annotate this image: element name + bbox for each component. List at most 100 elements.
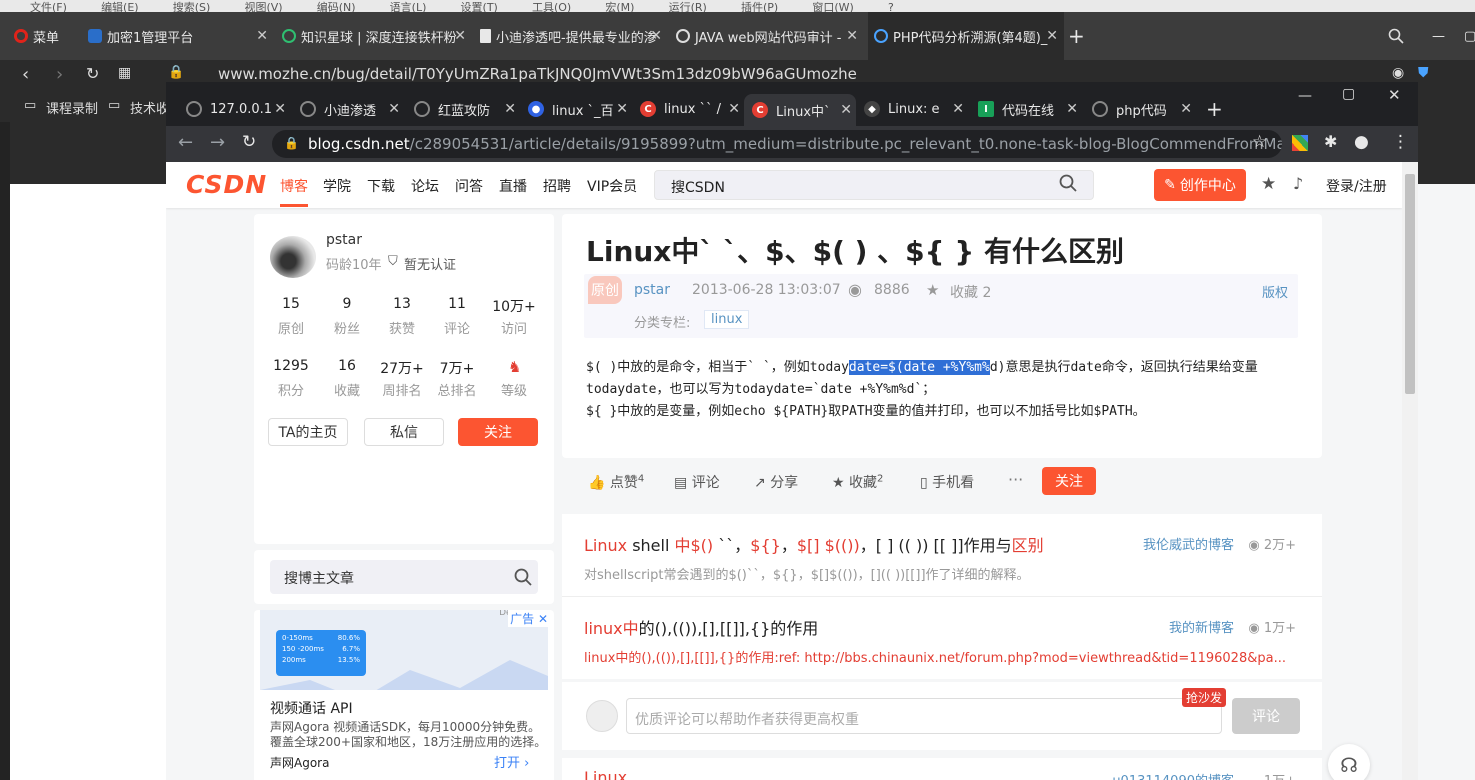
related-item-3[interactable]: Linux u013114090的博客 1万+ xyxy=(562,758,1322,780)
customer-service-icon[interactable]: ☊ xyxy=(1328,744,1370,780)
nav-live[interactable]: 直播 xyxy=(499,176,527,196)
menu-window[interactable]: 窗口(W) xyxy=(812,2,853,12)
chrome-tab-4[interactable]: ● linux `_百 ✕ xyxy=(528,96,632,122)
minimize-icon[interactable]: — xyxy=(1298,88,1312,104)
close-tab-icon[interactable]: ✕ xyxy=(1180,101,1192,117)
ad-open-link[interactable]: 打开 › xyxy=(494,752,529,771)
close-tab-icon[interactable]: ✕ xyxy=(256,28,268,44)
chrome-tab-7[interactable]: ◆ Linux: e ✕ xyxy=(864,96,968,122)
comment-input[interactable]: 优质评论可以帮助作者获得更高权重 xyxy=(626,698,1222,734)
new-tab-button[interactable]: + xyxy=(1206,96,1230,122)
chrome-tab-8[interactable]: I 代码在线 ✕ xyxy=(978,96,1082,122)
submit-comment-button[interactable]: 评论 xyxy=(1232,698,1300,734)
shield-icon[interactable]: ⛊ xyxy=(1418,65,1429,81)
menu-search[interactable]: 搜索(S) xyxy=(173,2,211,12)
chrome-tab-1[interactable]: 127.0.0.1 ✕ xyxy=(186,96,290,122)
outer-tab-5[interactable]: PHP代码分析溯源(第4题)_ ✕ xyxy=(868,12,1064,60)
nav-forum[interactable]: 论坛 xyxy=(411,176,439,196)
menu-run[interactable]: 运行(R) xyxy=(669,2,707,12)
nav-qa[interactable]: 问答 xyxy=(455,176,483,196)
new-tab-button[interactable]: + xyxy=(1068,12,1092,60)
csdn-logo[interactable]: CSDN xyxy=(186,170,267,199)
nav-academy[interactable]: 学院 xyxy=(323,176,351,196)
related-author-1[interactable]: 我伦威武的博客 xyxy=(1143,534,1234,553)
close-tab-icon[interactable]: ✕ xyxy=(952,101,964,117)
related-item-1[interactable]: Linux shell 中$() ``，${}，$[] $(())，[ ] ((… xyxy=(562,514,1322,596)
menu-file[interactable]: 文件(F) xyxy=(30,2,67,12)
share-button[interactable]: ↗ 分享 xyxy=(754,472,798,492)
meta-collect[interactable]: 收藏 2 xyxy=(950,282,991,302)
ta-home-button[interactable]: TA的主页 xyxy=(268,418,348,446)
chrome-tab-9[interactable]: php代码 ✕ xyxy=(1092,96,1196,122)
bookmark-2[interactable]: 技术收 xyxy=(130,98,169,117)
search-icon[interactable] xyxy=(1059,174,1077,196)
maximize-icon[interactable]: ▢ xyxy=(1342,86,1355,102)
menu-edit[interactable]: 编辑(E) xyxy=(101,2,139,12)
login-link[interactable]: 登录/注册 xyxy=(1326,176,1387,196)
chrome-tab-6-active[interactable]: C Linux中` ✕ xyxy=(744,94,856,126)
scrollbar-thumb[interactable] xyxy=(1405,174,1415,394)
bell-icon[interactable]: ♪ xyxy=(1293,174,1303,193)
close-tab-icon[interactable]: ✕ xyxy=(504,101,516,117)
back-icon[interactable]: ← xyxy=(178,132,193,153)
copyright-link[interactable]: 版权 xyxy=(1262,282,1288,301)
nav-download[interactable]: 下载 xyxy=(367,176,395,196)
ad-text-area[interactable]: 视频通话 API 声网Agora 视频通话SDK，每月10000分钟免费。 覆盖… xyxy=(254,690,554,780)
chrome-tab-5[interactable]: C linux `` / ✕ xyxy=(640,96,744,122)
menu-tools[interactable]: 工具(O) xyxy=(532,2,571,12)
nav-blog[interactable]: 博客 xyxy=(280,176,308,196)
profile-icon[interactable]: ● xyxy=(1354,132,1369,152)
nav-jobs[interactable]: 招聘 xyxy=(543,176,571,196)
extension-icon[interactable] xyxy=(1292,135,1308,151)
close-window-icon[interactable]: ✕ xyxy=(1388,86,1401,104)
star-icon[interactable]: ★ xyxy=(1261,174,1276,194)
minimize-icon[interactable]: — xyxy=(1432,12,1446,60)
follow-button[interactable]: 关注 xyxy=(458,418,538,446)
reload-icon[interactable]: ↻ xyxy=(242,132,256,152)
back-icon[interactable]: ‹ xyxy=(22,64,29,85)
collect-button[interactable]: ★ 收藏2 xyxy=(832,472,883,492)
reload-icon[interactable]: ↻ xyxy=(86,64,99,83)
bookmark-star-icon[interactable]: ☆ xyxy=(1252,132,1267,152)
profile-name[interactable]: pstar xyxy=(326,232,362,248)
nav-vip[interactable]: VIP会员 xyxy=(587,176,637,196)
outer-tab-3[interactable]: 小迪渗透吧-提供最专业的渗 ✕ xyxy=(476,12,668,60)
related-author-2[interactable]: 我的新博客 xyxy=(1169,617,1234,636)
camera-icon[interactable]: ◉ xyxy=(1392,65,1404,81)
search-icon[interactable] xyxy=(514,568,532,590)
close-tab-icon[interactable]: ✕ xyxy=(616,101,628,117)
outer-url[interactable]: www.mozhe.cn/bug/detail/T0YyUmZRa1paTkJN… xyxy=(218,65,857,83)
outer-tab-2[interactable]: 知识星球 | 深度连接铁杆粉 ✕ xyxy=(278,12,472,60)
close-tab-icon[interactable]: ✕ xyxy=(1066,101,1078,117)
scrollbar[interactable] xyxy=(1402,162,1418,780)
meta-author[interactable]: pstar xyxy=(634,282,670,298)
menu-help[interactable]: ? xyxy=(888,2,894,12)
avatar[interactable] xyxy=(270,236,316,278)
close-tab-icon[interactable]: ✕ xyxy=(650,28,662,44)
bookmark-1[interactable]: 课程录制 xyxy=(46,98,98,117)
close-tab-icon[interactable]: ✕ xyxy=(388,101,400,117)
outer-tab-4[interactable]: JAVA web网站代码审计 - ✕ xyxy=(672,12,864,60)
blog-search-input[interactable]: 搜博主文章 xyxy=(270,560,538,594)
outer-tab-1[interactable]: 加密1管理平台 ✕ xyxy=(84,12,274,60)
comment-button[interactable]: ▤ 评论 xyxy=(674,472,720,492)
menu-encoding[interactable]: 编码(N) xyxy=(317,2,356,12)
chrome-tab-2[interactable]: 小迪渗透 ✕ xyxy=(300,96,404,122)
menu-macro[interactable]: 宏(M) xyxy=(605,2,634,12)
column-tag[interactable]: linux xyxy=(704,310,750,329)
mobile-view-button[interactable]: ▯ 手机看 xyxy=(920,472,974,492)
like-button[interactable]: 👍 点赞4 xyxy=(588,472,644,492)
maximize-icon[interactable]: ▢ xyxy=(1464,12,1475,60)
menu-settings[interactable]: 设置(T) xyxy=(461,2,498,12)
address-bar[interactable]: 🔒 blog.csdn.net/c289054531/article/detai… xyxy=(272,130,1282,158)
close-tab-icon[interactable]: ✕ xyxy=(840,102,852,118)
related-item-2[interactable]: linux中的(),(()),[],[[]],{}的作用 linux中的(),(… xyxy=(562,597,1322,679)
menu-plugins[interactable]: 插件(P) xyxy=(741,2,778,12)
menu-language[interactable]: 语言(L) xyxy=(390,2,427,12)
search-tabs-icon[interactable] xyxy=(1388,12,1408,60)
forward-icon[interactable]: → xyxy=(210,132,225,153)
close-tab-icon[interactable]: ✕ xyxy=(846,28,858,44)
ad-tag[interactable]: 广告 ✕ xyxy=(508,610,550,627)
menu-view[interactable]: 视图(V) xyxy=(244,2,282,12)
close-tab-icon[interactable]: ✕ xyxy=(454,28,466,44)
